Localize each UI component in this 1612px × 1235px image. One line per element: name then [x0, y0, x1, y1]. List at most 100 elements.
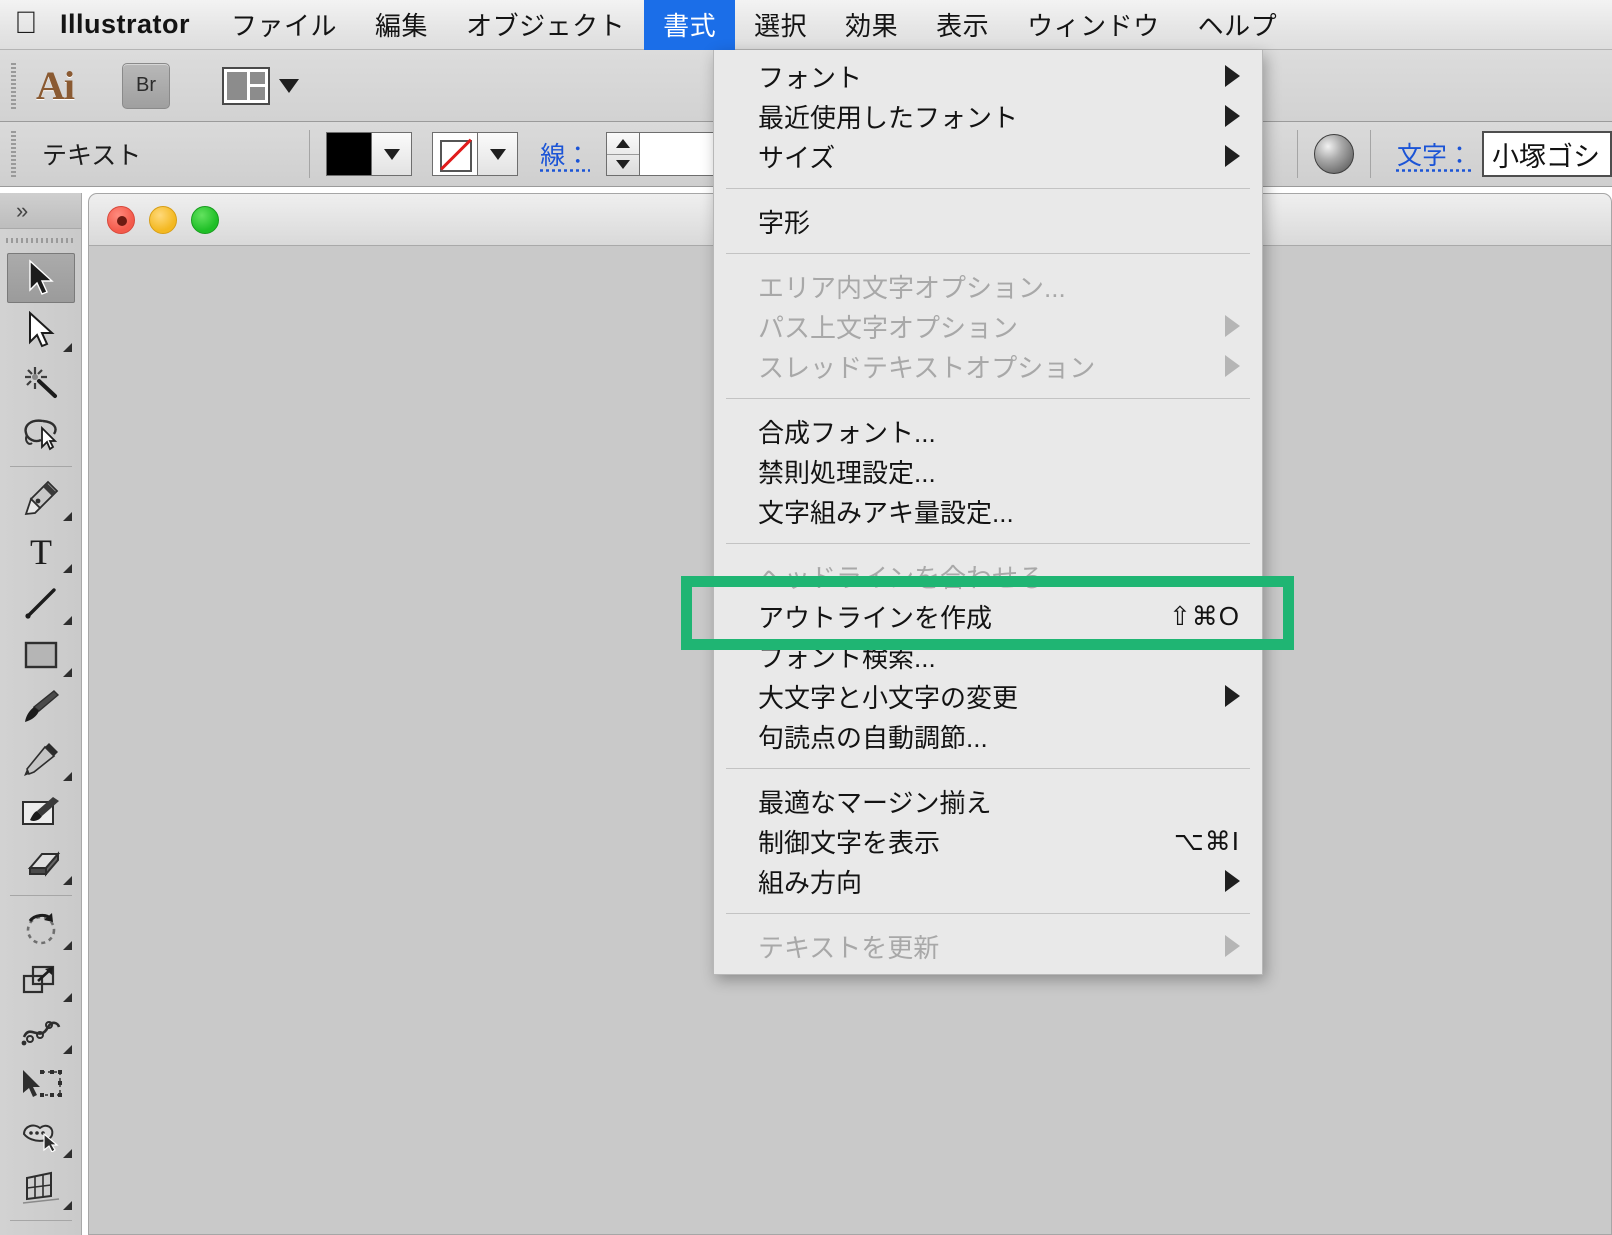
- menubar-item-3[interactable]: オブジェクト: [447, 0, 644, 50]
- blob-brush-tool[interactable]: [7, 786, 75, 836]
- submenu-arrow-icon: [1225, 685, 1240, 707]
- menu-item-shortcut: ⇧⌘O: [1169, 601, 1240, 632]
- stepper-up-button[interactable]: [607, 133, 639, 155]
- submenu-arrow-icon: [1225, 935, 1240, 957]
- chevron-down-icon: [279, 79, 299, 93]
- menu-divider: [726, 913, 1250, 914]
- menubar-item-9[interactable]: ヘルプ: [1179, 0, 1297, 50]
- menu-item-label: 句読点の自動調節...: [758, 718, 1240, 755]
- pen-tool[interactable]: [7, 474, 75, 524]
- fill-dropdown-button[interactable]: [371, 133, 411, 175]
- submenu-arrow-icon: [1225, 65, 1240, 87]
- divider: [1370, 130, 1371, 178]
- globe-icon[interactable]: [1314, 134, 1354, 174]
- menu-item-4-0: ヘッドラインを合わせる: [714, 556, 1262, 596]
- menubar-item-2[interactable]: 編集: [356, 0, 447, 50]
- selection-tool[interactable]: [7, 253, 75, 303]
- pencil-tool[interactable]: [7, 734, 75, 784]
- object-type-label: テキスト: [42, 136, 141, 172]
- menu-item-0-2[interactable]: サイズ: [714, 136, 1262, 176]
- menu-item-5-0[interactable]: 最適なマージン揃え: [714, 781, 1262, 821]
- menu-item-4-4[interactable]: 句読点の自動調節...: [714, 716, 1262, 756]
- mac-menu-bar:  Illustratorファイル編集オブジェクト書式選択効果表示ウィンドウヘル…: [0, 0, 1612, 50]
- divider: [309, 130, 310, 178]
- workspace-switcher-button[interactable]: [222, 67, 299, 105]
- menu-item-label: ヘッドラインを合わせる: [758, 558, 1240, 595]
- tool-flyout-indicator-icon: [63, 1045, 72, 1054]
- toolbar-drag-grip[interactable]: [9, 63, 18, 109]
- type-menu-dropdown: フォント最近使用したフォントサイズ字形エリア内文字オプション...パス上文字オプ…: [713, 50, 1263, 975]
- tools-panel-drag-grip[interactable]: [0, 229, 81, 251]
- menubar-item-8[interactable]: ウィンドウ: [1008, 0, 1179, 50]
- menu-item-4-2[interactable]: フォント検索...: [714, 636, 1262, 676]
- stepper-down-button[interactable]: [607, 155, 639, 176]
- shape-builder-tool[interactable]: [7, 1111, 75, 1161]
- menubar-item-4[interactable]: 書式: [644, 0, 735, 50]
- tools-divider: [10, 895, 72, 896]
- fill-swatch[interactable]: [327, 133, 371, 175]
- tool-flyout-indicator-icon: [63, 668, 72, 677]
- apple-logo-icon[interactable]: : [0, 7, 52, 42]
- minimize-traffic-light[interactable]: [149, 206, 177, 234]
- menubar-item-6[interactable]: 効果: [826, 0, 917, 50]
- rectangle-tool[interactable]: [7, 630, 75, 680]
- menubar-item-0[interactable]: Illustrator: [52, 0, 212, 50]
- menu-item-shortcut: ⌥⌘I: [1174, 826, 1240, 857]
- submenu-arrow-icon: [1225, 870, 1240, 892]
- tools-panel: » T: [0, 193, 82, 1235]
- stroke-dropdown-button[interactable]: [477, 133, 517, 175]
- font-family-input[interactable]: 小塚ゴシ: [1482, 131, 1612, 177]
- divider: [1297, 130, 1298, 178]
- menu-item-0-0[interactable]: フォント: [714, 56, 1262, 96]
- rotate-tool[interactable]: [7, 903, 75, 953]
- control-bar-drag-grip[interactable]: [9, 131, 18, 177]
- stroke-none-swatch[interactable]: [433, 133, 477, 175]
- menu-item-4-1[interactable]: アウトラインを作成⇧⌘O: [714, 596, 1262, 636]
- line-segment-tool[interactable]: [7, 578, 75, 628]
- type-tool[interactable]: T: [7, 526, 75, 576]
- menubar-item-1[interactable]: ファイル: [212, 0, 356, 50]
- menu-item-label: パス上文字オプション: [758, 308, 1211, 345]
- menu-item-6-0: テキストを更新: [714, 926, 1262, 966]
- fill-color-control[interactable]: [326, 132, 412, 176]
- character-label[interactable]: 文字：: [1397, 136, 1472, 172]
- tools-panel-expand-button[interactable]: »: [0, 193, 81, 229]
- mesh-tool[interactable]: [7, 1228, 75, 1235]
- workspace-layout-icon: [222, 67, 270, 105]
- eraser-tool[interactable]: [7, 838, 75, 888]
- menu-item-label: 合成フォント...: [758, 413, 1240, 450]
- menu-item-5-2[interactable]: 組み方向: [714, 861, 1262, 901]
- menu-item-1-0[interactable]: 字形: [714, 201, 1262, 241]
- direct-selection-tool[interactable]: [7, 305, 75, 355]
- stroke-weight-stepper[interactable]: [606, 132, 640, 176]
- menu-item-label: 最近使用したフォント: [758, 98, 1211, 135]
- paintbrush-tool[interactable]: [7, 682, 75, 732]
- menu-item-4-3[interactable]: 大文字と小文字の変更: [714, 676, 1262, 716]
- menu-item-label: エリア内文字オプション...: [758, 268, 1240, 305]
- close-traffic-light[interactable]: [107, 206, 135, 234]
- menubar-item-5[interactable]: 選択: [735, 0, 826, 50]
- submenu-arrow-icon: [1225, 105, 1240, 127]
- menu-item-5-1[interactable]: 制御文字を表示⌥⌘I: [714, 821, 1262, 861]
- menu-item-0-1[interactable]: 最近使用したフォント: [714, 96, 1262, 136]
- menu-item-label: 制御文字を表示: [758, 823, 1174, 860]
- scale-tool[interactable]: [7, 955, 75, 1005]
- menu-divider: [726, 543, 1250, 544]
- tool-flyout-indicator-icon: [63, 941, 72, 950]
- lasso-tool[interactable]: [7, 409, 75, 459]
- stroke-color-control[interactable]: [432, 132, 518, 176]
- tool-flyout-indicator-icon: [63, 993, 72, 1002]
- width-tool[interactable]: [7, 1007, 75, 1057]
- chevron-down-icon: [490, 149, 506, 160]
- menu-item-3-0[interactable]: 合成フォント...: [714, 411, 1262, 451]
- zoom-traffic-light[interactable]: [191, 206, 219, 234]
- menubar-item-7[interactable]: 表示: [917, 0, 1008, 50]
- free-transform-tool[interactable]: [7, 1059, 75, 1109]
- perspective-grid-tool[interactable]: [7, 1163, 75, 1213]
- magic-wand-tool[interactable]: [7, 357, 75, 407]
- stroke-label[interactable]: 線：: [540, 136, 590, 172]
- menu-item-3-1[interactable]: 禁則処理設定...: [714, 451, 1262, 491]
- menu-item-3-2[interactable]: 文字組みアキ量設定...: [714, 491, 1262, 531]
- bridge-button[interactable]: Br: [122, 63, 170, 109]
- submenu-arrow-icon: [1225, 145, 1240, 167]
